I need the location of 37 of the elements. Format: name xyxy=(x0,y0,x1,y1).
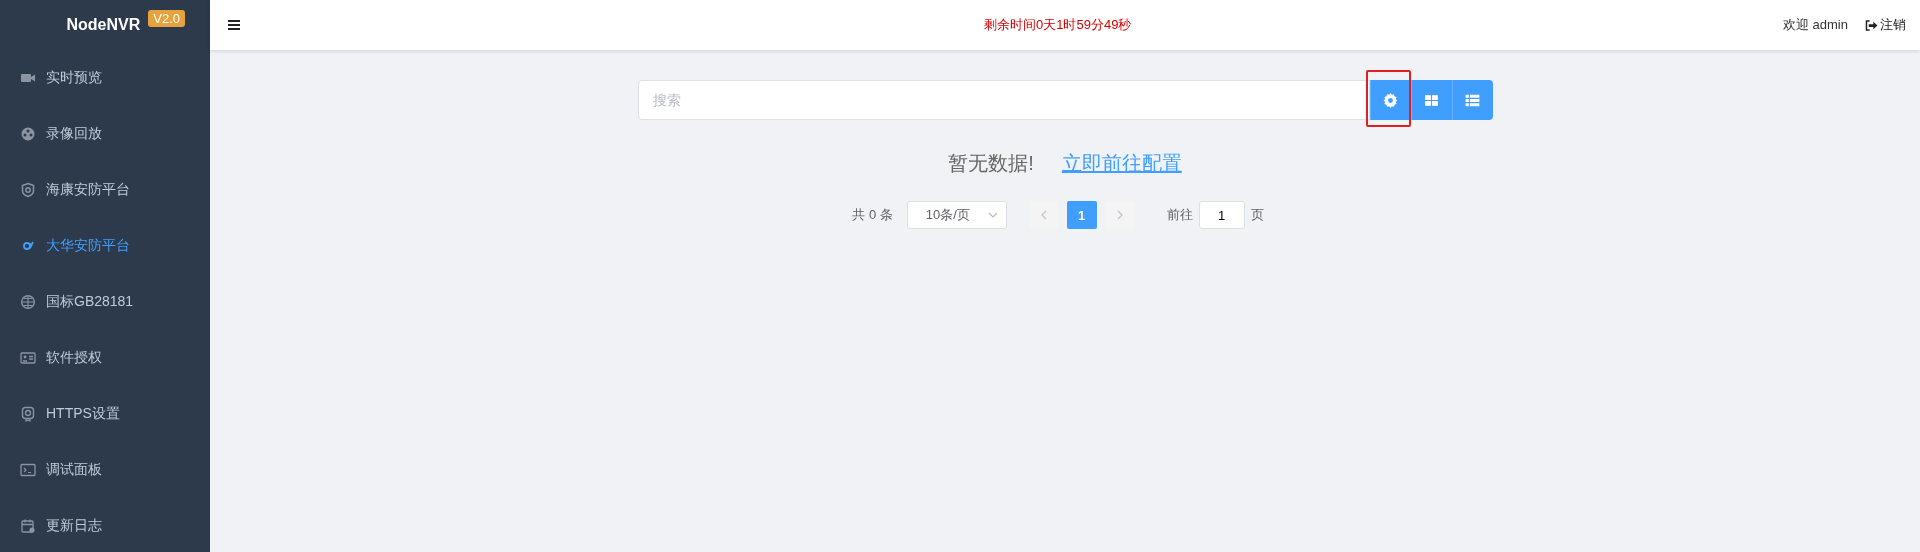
list-view-button[interactable] xyxy=(1451,80,1493,120)
sidebar-item[interactable]: 软件授权 xyxy=(0,330,210,386)
shield-icon xyxy=(20,182,36,198)
total-count: 共 0 条 xyxy=(852,206,893,224)
id-card-icon xyxy=(20,350,36,366)
goto-label: 前往 xyxy=(1166,206,1193,224)
chevron-down-icon xyxy=(987,212,998,218)
chevron-left-icon xyxy=(1040,210,1047,220)
logout-icon xyxy=(1865,19,1878,31)
film-reel-icon xyxy=(20,126,36,142)
app-logo-text: NodeNVR xyxy=(66,16,141,34)
sidebar-item[interactable]: 国标GB28181 xyxy=(0,274,210,330)
sidebar-item[interactable]: 调试面板 xyxy=(0,442,210,498)
sidebar-item[interactable]: 大华安防平台 xyxy=(0,218,210,274)
sidebar-item[interactable]: 录像回放 xyxy=(0,106,210,162)
goto-page-field[interactable]: 1 xyxy=(1198,201,1245,229)
countdown-text: 剩余时间0天1时59分49秒 xyxy=(984,16,1132,34)
page-suffix: 页 xyxy=(1250,206,1264,224)
settings-button[interactable] xyxy=(1369,80,1411,120)
menu-icon[interactable] xyxy=(228,20,240,30)
sidebar-item[interactable]: 更新日志 xyxy=(0,498,210,552)
page-size-select[interactable]: 10条/页 xyxy=(906,201,1007,229)
welcome-text: 欢迎 admin xyxy=(1782,16,1848,34)
sidebar-item[interactable]: 海康安防平台 xyxy=(0,162,210,218)
settings-icon xyxy=(1382,91,1399,109)
logout-link[interactable]: 注销 xyxy=(1865,16,1906,34)
certificate-icon xyxy=(20,406,36,422)
sidebar-item[interactable]: HTTPS设置 xyxy=(0,386,210,442)
sidebar-item[interactable]: 实时预览 xyxy=(0,50,210,106)
search-field[interactable]: 搜索 xyxy=(637,80,1370,120)
chevron-right-icon xyxy=(1116,210,1123,220)
calendar-icon xyxy=(20,518,36,534)
empty-message: 暂无数据! xyxy=(948,151,1034,176)
grid-view-button[interactable] xyxy=(1410,80,1452,120)
version-badge: V2.0 xyxy=(148,10,185,27)
terminal-icon xyxy=(20,462,36,478)
globe-icon xyxy=(20,294,36,310)
